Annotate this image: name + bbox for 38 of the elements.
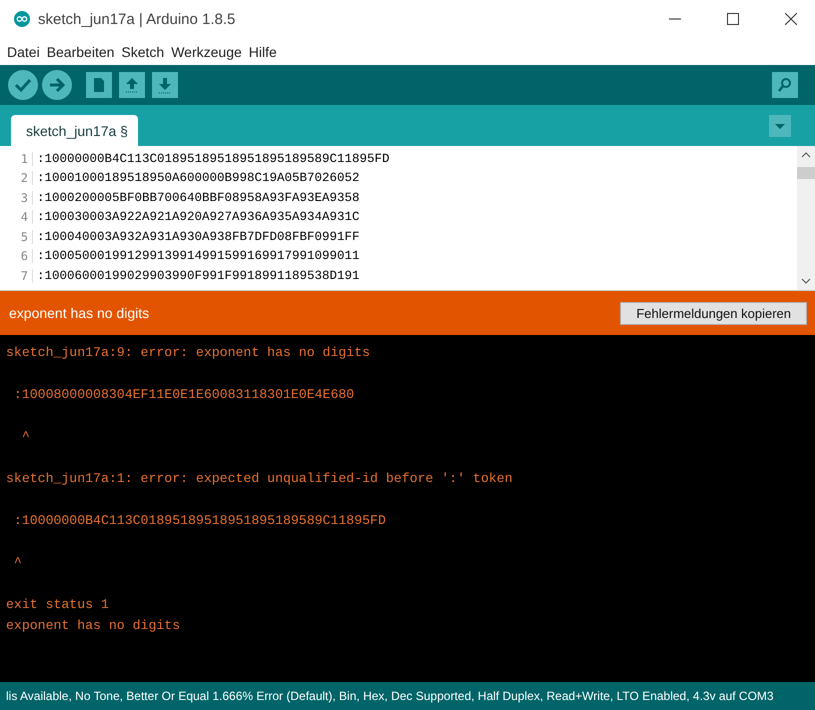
scroll-down-icon[interactable]	[801, 277, 811, 285]
code-line: :100050001991299139914991599169917991099011	[36, 249, 360, 264]
line-number: 4	[0, 210, 33, 224]
code-line: :1000200005BF0BB700640BBF08958A93FA93EA9358	[36, 190, 360, 205]
upload-file-icon[interactable]	[119, 72, 145, 98]
scroll-thumb[interactable]	[797, 167, 815, 179]
console-output: sketch_jun17a:9: error: exponent has no digits :10008000008304EF11E0E1E60083118301E0E4E680 ^ sketch_jun17a:1: error: expected unqualified-id before ':' token :10000000B4C113C01895189518951895189589C11895FD ^ exit status 1 exponent has no digits	[6, 344, 512, 635]
menu-item[interactable]: Datei	[7, 44, 40, 60]
scrollbar[interactable]	[797, 146, 815, 290]
line-number: 3	[0, 190, 33, 205]
menu-item[interactable]: Sketch	[121, 44, 164, 60]
code-line: :10001000189518950A600000B998C19A05B7026052	[36, 171, 360, 186]
menu-item[interactable]: Bearbeiten	[46, 44, 114, 60]
code-line: :10000000B4C113C01895189518951895189589C11895FD	[36, 152, 390, 166]
close-icon[interactable]	[785, 13, 797, 25]
app-logo-icon	[14, 11, 30, 27]
serial-monitor-icon[interactable]	[772, 72, 798, 98]
copy-errors-button[interactable]: Fehlermeldungen kopieren	[620, 302, 807, 324]
code-line: :100030003A922A921A920A927A936A935A934A931C	[36, 210, 360, 224]
status-text: lis Available, No Tone, Better Or Equal 1.666% Error (Default), Bin, Hex, Dec Supported, Half Duplex, Read+Write, LTO Enabled, 4.3v auf COM3	[6, 689, 774, 703]
scroll-up-icon[interactable]	[801, 151, 811, 159]
window-title: sketch_jun17a | Arduino 1.8.5	[38, 10, 236, 28]
line-number: 6	[0, 249, 33, 264]
maximize-icon[interactable]	[727, 13, 739, 25]
line-number: 5	[0, 230, 33, 244]
line-number: 7	[0, 268, 33, 283]
verify-check-icon[interactable]	[8, 70, 38, 100]
download-file-icon[interactable]	[152, 72, 178, 98]
code-line: :100040003A932A931A930A938FB7DFD08FBF0991FF	[36, 230, 360, 244]
line-number: 1	[0, 152, 33, 166]
tab-menu-icon[interactable]	[769, 114, 791, 136]
new-file-icon[interactable]	[86, 72, 112, 98]
code-line: :10006000199029903990F991F9918991189538D191	[36, 268, 360, 283]
sketch-tab[interactable]: sketch_jun17a §	[11, 115, 138, 146]
menu-item[interactable]: Hilfe	[248, 44, 277, 60]
error-message: exponent has no digits	[9, 305, 150, 321]
menu-item[interactable]: Werkzeuge	[171, 44, 242, 60]
line-number: 2	[0, 171, 33, 186]
